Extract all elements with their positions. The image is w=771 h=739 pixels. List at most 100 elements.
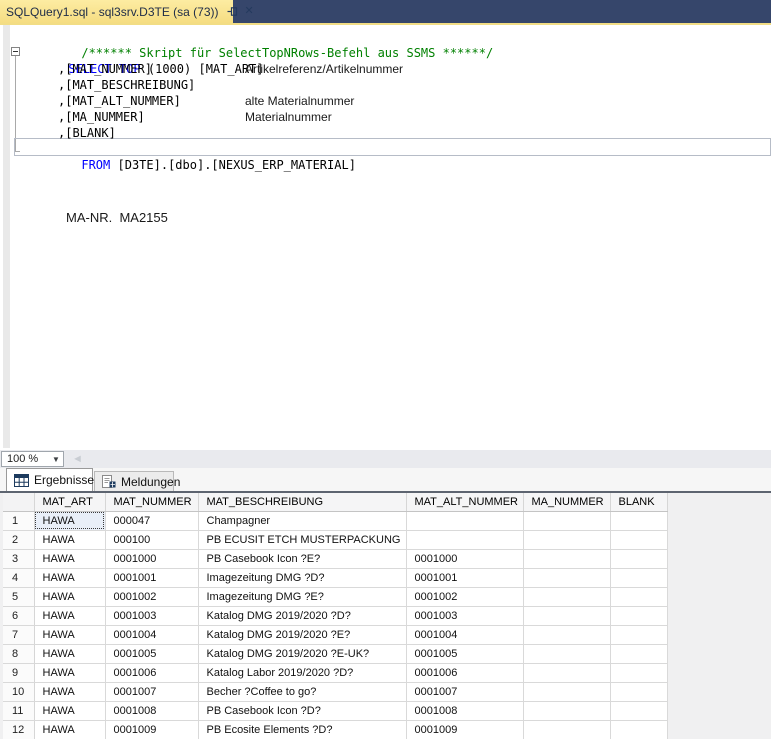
grid-cell[interactable]: 000047	[105, 511, 198, 530]
grid-cell[interactable]: HAWA	[34, 644, 105, 663]
grid-cell[interactable]: Katalog DMG 2019/2020 ?E?	[198, 625, 406, 644]
grid-cell[interactable]: 0001008	[105, 701, 198, 720]
grid-cell[interactable]	[610, 511, 667, 530]
grid-row-header[interactable]: 6	[3, 606, 34, 625]
grid-cell[interactable]	[523, 511, 610, 530]
grid-cell[interactable]: 0001002	[406, 587, 523, 606]
grid-cell[interactable]: Katalog DMG 2019/2020 ?E-UK?	[198, 644, 406, 663]
sql-editor[interactable]: /****** Skript für SelectTopNRows-Befehl…	[0, 25, 771, 450]
grid-column-header[interactable]: BLANK	[610, 493, 667, 511]
close-icon[interactable]: ✕	[245, 6, 254, 17]
document-tab[interactable]: SQLQuery1.sql - sql3srv.D3TE (sa (73)) ✕	[0, 0, 233, 23]
zoom-dropdown[interactable]: 100 % ▼	[1, 451, 64, 467]
grid-cell[interactable]	[523, 663, 610, 682]
grid-cell[interactable]	[610, 625, 667, 644]
grid-cell[interactable]: 0001008	[406, 701, 523, 720]
grid-cell[interactable]	[610, 587, 667, 606]
grid-column-header[interactable]: MAT_ALT_NUMMER	[406, 493, 523, 511]
grid-cell[interactable]: 0001009	[406, 720, 523, 739]
grid-cell[interactable]: HAWA	[34, 606, 105, 625]
grid-cell[interactable]: HAWA	[34, 682, 105, 701]
grid-cell[interactable]: Champagner	[198, 511, 406, 530]
grid-cell[interactable]	[406, 511, 523, 530]
grid-cell[interactable]: PB ECUSIT ETCH MUSTERPACKUNG	[198, 530, 406, 549]
grid-cell[interactable]: 0001006	[406, 663, 523, 682]
grid-cell[interactable]	[610, 530, 667, 549]
grid-cell[interactable]: 0001001	[406, 568, 523, 587]
tab-messages[interactable]: Meldungen	[94, 471, 174, 491]
grid-cell[interactable]: PB Casebook Icon ?E?	[198, 549, 406, 568]
editor-hscrollbar[interactable]: 100 % ▼ ◄	[0, 450, 771, 468]
grid-column-header[interactable]: MAT_NUMMER	[105, 493, 198, 511]
grid-row-header[interactable]: 9	[3, 663, 34, 682]
grid-cell[interactable]	[523, 587, 610, 606]
grid-cell[interactable]: HAWA	[34, 568, 105, 587]
grid-cell[interactable]	[523, 720, 610, 739]
grid-cell[interactable]	[523, 701, 610, 720]
grid-cell[interactable]: HAWA	[34, 720, 105, 739]
grid-cell[interactable]: 0001004	[105, 625, 198, 644]
grid-cell[interactable]: PB Casebook Icon ?D?	[198, 701, 406, 720]
grid-cell[interactable]: 0001007	[406, 682, 523, 701]
grid-column-header[interactable]: MAT_ART	[34, 493, 105, 511]
grid-row-header[interactable]: 7	[3, 625, 34, 644]
pin-icon[interactable]	[227, 6, 238, 17]
grid-cell[interactable]: 0001004	[406, 625, 523, 644]
grid-row-header[interactable]: 3	[3, 549, 34, 568]
grid-cell[interactable]	[610, 701, 667, 720]
grid-cell[interactable]: HAWA	[34, 511, 105, 530]
grid-cell[interactable]	[523, 549, 610, 568]
grid-cell[interactable]: HAWA	[34, 663, 105, 682]
grid-cell[interactable]	[523, 530, 610, 549]
grid-cell[interactable]	[406, 530, 523, 549]
grid-cell[interactable]: HAWA	[34, 587, 105, 606]
grid-cell[interactable]: HAWA	[34, 530, 105, 549]
grid-cell[interactable]: 0001009	[105, 720, 198, 739]
grid-cell[interactable]: Imagezeitung DMG ?D?	[198, 568, 406, 587]
grid-row-header[interactable]: 4	[3, 568, 34, 587]
grid-cell[interactable]: 000100	[105, 530, 198, 549]
tab-results[interactable]: Ergebnisse	[6, 468, 93, 491]
grid-cell[interactable]: 0001005	[105, 644, 198, 663]
grid-column-header[interactable]: MAT_BESCHREIBUNG	[198, 493, 406, 511]
grid-cell[interactable]: Katalog DMG 2019/2020 ?D?	[198, 606, 406, 625]
chevron-down-icon[interactable]: ▼	[49, 455, 63, 464]
grid-cell[interactable]: Becher ?Coffee to go?	[198, 682, 406, 701]
grid-cell[interactable]: 0001002	[105, 587, 198, 606]
grid-cell[interactable]: HAWA	[34, 625, 105, 644]
grid-row-header[interactable]: 1	[3, 511, 34, 530]
grid-cell[interactable]: 0001003	[105, 606, 198, 625]
grid-cell[interactable]	[610, 568, 667, 587]
grid-cell[interactable]: 0001007	[105, 682, 198, 701]
grid-cell[interactable]	[523, 644, 610, 663]
grid-row-header[interactable]: 10	[3, 682, 34, 701]
grid-cell[interactable]: PB Ecosite Elements ?D?	[198, 720, 406, 739]
grid-cell[interactable]	[610, 606, 667, 625]
scroll-left-icon[interactable]: ◄	[72, 453, 83, 465]
grid-cell[interactable]: 0001005	[406, 644, 523, 663]
grid-cell[interactable]: 0001003	[406, 606, 523, 625]
grid-corner-cell[interactable]	[3, 493, 34, 511]
collapse-minus-icon[interactable]	[11, 47, 20, 56]
grid-cell[interactable]: 0001006	[105, 663, 198, 682]
grid-cell[interactable]	[610, 720, 667, 739]
grid-column-header[interactable]: MA_NUMMER	[523, 493, 610, 511]
grid-cell[interactable]: HAWA	[34, 701, 105, 720]
grid-cell[interactable]	[610, 644, 667, 663]
grid-cell[interactable]	[610, 682, 667, 701]
grid-cell[interactable]: 0001000	[105, 549, 198, 568]
grid-cell[interactable]: 0001000	[406, 549, 523, 568]
grid-cell[interactable]: Katalog Labor 2019/2020 ?D?	[198, 663, 406, 682]
grid-cell[interactable]	[523, 606, 610, 625]
grid-cell[interactable]: HAWA	[34, 549, 105, 568]
grid-row-header[interactable]: 2	[3, 530, 34, 549]
grid-cell[interactable]	[523, 568, 610, 587]
grid-cell[interactable]	[523, 682, 610, 701]
grid-row-header[interactable]: 8	[3, 644, 34, 663]
grid-cell[interactable]: 0001001	[105, 568, 198, 587]
grid-cell[interactable]: Imagezeitung DMG ?E?	[198, 587, 406, 606]
grid-cell[interactable]	[610, 663, 667, 682]
grid-row-header[interactable]: 11	[3, 701, 34, 720]
grid-row-header[interactable]: 12	[3, 720, 34, 739]
grid-cell[interactable]	[523, 625, 610, 644]
